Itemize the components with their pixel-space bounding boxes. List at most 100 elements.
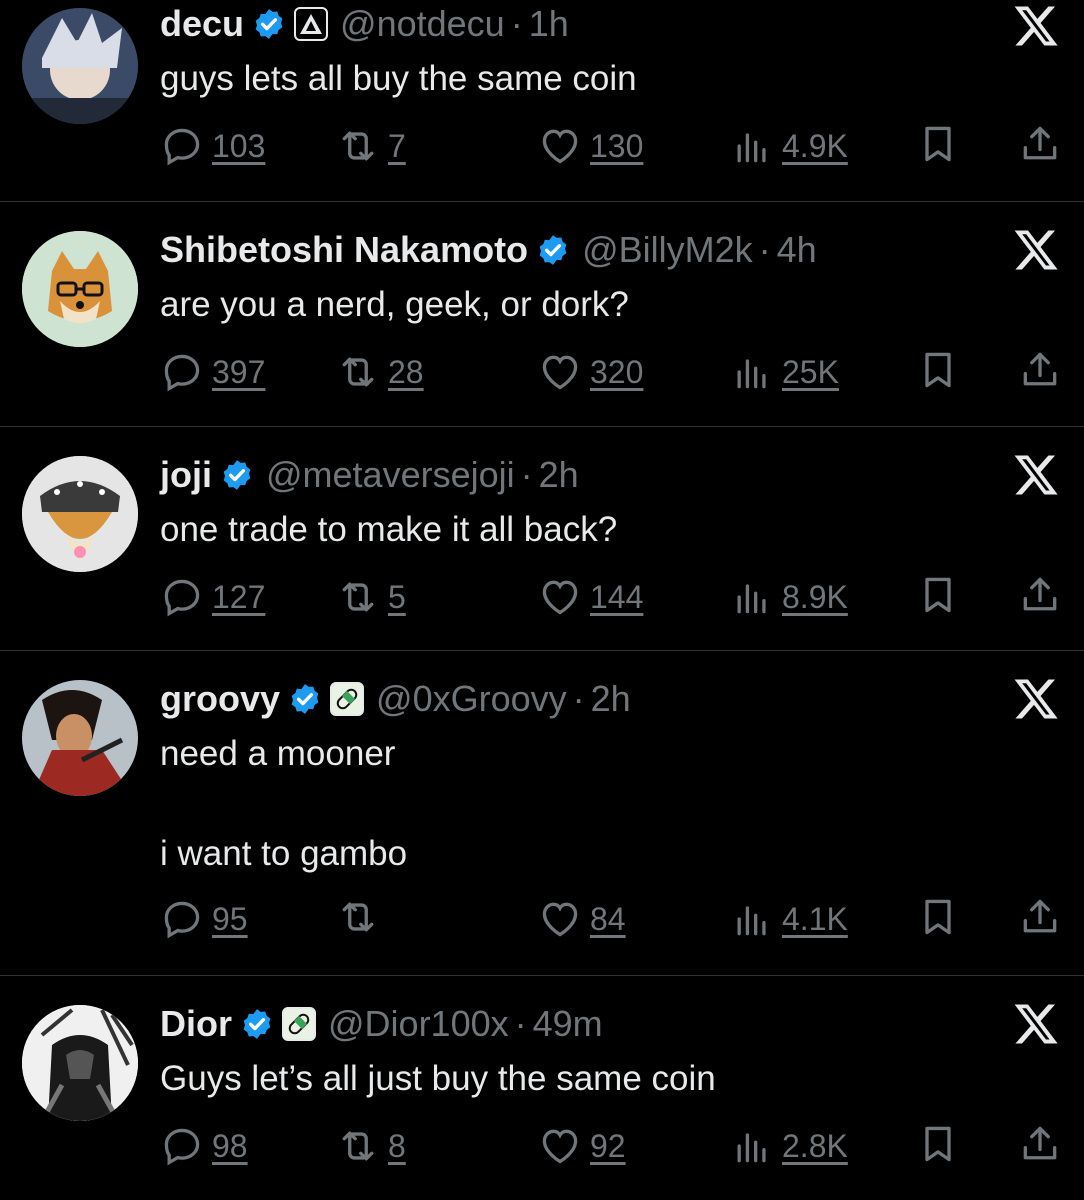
- retweet-button[interactable]: 28: [336, 348, 424, 396]
- analytics-icon: [730, 1124, 774, 1168]
- display-name[interactable]: decu: [160, 2, 244, 46]
- reply-count: 95: [212, 901, 248, 937]
- bookmark-button[interactable]: [916, 895, 960, 939]
- views-button[interactable]: 2.8K: [730, 1122, 848, 1170]
- tweet-actions: 95 84 4.1K: [160, 895, 1070, 943]
- user-handle[interactable]: @BillyM2k: [582, 228, 753, 272]
- tweet-actions: 397 28 320 25K: [160, 348, 1070, 396]
- display-name[interactable]: joji: [160, 453, 212, 497]
- verified-badge-icon: [536, 233, 570, 267]
- bookmark-button[interactable]: [916, 1122, 960, 1166]
- tweet-text: Guys let’s all just buy the same coin: [160, 1059, 716, 1098]
- views-button[interactable]: 25K: [730, 348, 839, 396]
- like-count: 84: [590, 901, 626, 937]
- bookmark-icon: [916, 1122, 960, 1166]
- x-logo-icon: [1012, 1000, 1060, 1048]
- display-name[interactable]: groovy: [160, 677, 280, 721]
- avatar[interactable]: [22, 680, 138, 796]
- share-icon: [1018, 573, 1062, 617]
- like-button[interactable]: 92: [538, 1122, 626, 1170]
- timestamp[interactable]: 2h: [539, 453, 579, 497]
- views-button[interactable]: 8.9K: [730, 573, 848, 621]
- tweet[interactable]: Dior @Dior100x · 49m Guys let’s all just…: [0, 976, 1084, 1200]
- user-handle[interactable]: @notdecu: [340, 2, 505, 46]
- tweet[interactable]: Shibetoshi Nakamoto @BillyM2k · 4h are y…: [0, 202, 1084, 427]
- retweet-button[interactable]: 8: [336, 1122, 406, 1170]
- share-icon: [1018, 348, 1062, 392]
- like-button[interactable]: 84: [538, 895, 626, 943]
- heart-icon: [538, 350, 582, 394]
- like-count: 320: [590, 354, 644, 390]
- retweet-icon: [336, 575, 380, 619]
- views-button[interactable]: 4.9K: [730, 122, 848, 170]
- avatar[interactable]: [22, 1005, 138, 1121]
- display-name[interactable]: Dior: [160, 1002, 232, 1046]
- share-button[interactable]: [1018, 122, 1062, 166]
- bookmark-button[interactable]: [916, 573, 960, 617]
- timestamp[interactable]: 4h: [777, 228, 817, 272]
- separator-dot: ·: [520, 454, 533, 495]
- share-button[interactable]: [1018, 1122, 1062, 1166]
- retweet-count: 7: [388, 128, 406, 164]
- timestamp[interactable]: 1h: [529, 2, 569, 46]
- bookmark-icon: [916, 573, 960, 617]
- reply-icon: [160, 350, 204, 394]
- x-logo-icon: [1012, 2, 1060, 50]
- avatar[interactable]: [22, 231, 138, 347]
- retweet-button[interactable]: [336, 895, 388, 939]
- tweet-actions: 98 8 92 2.8K: [160, 1122, 1070, 1170]
- user-handle[interactable]: @metaversejoji: [266, 453, 515, 497]
- like-button[interactable]: 144: [538, 573, 643, 621]
- tweet-actions: 127 5 144 8.9K: [160, 573, 1070, 621]
- like-button[interactable]: 130: [538, 122, 643, 170]
- bookmark-button[interactable]: [916, 348, 960, 392]
- user-handle[interactable]: @0xGroovy: [376, 677, 567, 721]
- tweet-text: guys lets all buy the same coin: [160, 59, 637, 98]
- retweet-count: 28: [388, 354, 424, 390]
- timestamp[interactable]: 2h: [591, 677, 631, 721]
- reply-count: 397: [212, 354, 266, 390]
- separator-dot: ·: [510, 3, 523, 44]
- pill-badge-icon: [330, 682, 365, 716]
- view-count: 2.8K: [782, 1128, 848, 1164]
- bookmark-icon: [916, 895, 960, 939]
- retweet-button[interactable]: 5: [336, 573, 406, 621]
- reply-count: 98: [212, 1128, 248, 1164]
- analytics-icon: [730, 575, 774, 619]
- reply-button[interactable]: 397: [160, 348, 265, 396]
- retweet-button[interactable]: 7: [336, 122, 406, 170]
- reply-button[interactable]: 98: [160, 1122, 248, 1170]
- avatar[interactable]: [22, 8, 138, 124]
- reply-button[interactable]: 127: [160, 573, 265, 621]
- view-count: 8.9K: [782, 579, 848, 615]
- display-name[interactable]: Shibetoshi Nakamoto: [160, 228, 528, 272]
- tweet[interactable]: groovy @0xGroovy · 2h need a mooner i wa…: [0, 651, 1084, 976]
- share-button[interactable]: [1018, 895, 1062, 939]
- tweet-header: Shibetoshi Nakamoto @BillyM2k · 4h: [160, 228, 817, 272]
- timeline-feed: decu @notdecu · 1h guys lets all buy the…: [0, 0, 1084, 1200]
- verified-badge-icon: [240, 1007, 274, 1041]
- like-button[interactable]: 320: [538, 348, 643, 396]
- view-count: 4.1K: [782, 901, 848, 937]
- timestamp[interactable]: 49m: [533, 1002, 603, 1046]
- share-button[interactable]: [1018, 348, 1062, 392]
- retweet-icon: [336, 895, 380, 939]
- like-count: 130: [590, 128, 644, 164]
- tweet[interactable]: joji @metaversejoji · 2h one trade to ma…: [0, 427, 1084, 651]
- retweet-count: 5: [388, 579, 406, 615]
- reply-button[interactable]: 95: [160, 895, 248, 943]
- avatar[interactable]: [22, 456, 138, 572]
- user-handle[interactable]: @Dior100x: [328, 1002, 509, 1046]
- views-button[interactable]: 4.1K: [730, 895, 848, 943]
- tweet-header: Dior @Dior100x · 49m: [160, 1002, 603, 1046]
- retweet-icon: [336, 124, 380, 168]
- reply-icon: [160, 575, 204, 619]
- reply-button[interactable]: 103: [160, 122, 265, 170]
- like-count: 92: [590, 1128, 626, 1164]
- heart-icon: [538, 575, 582, 619]
- share-button[interactable]: [1018, 573, 1062, 617]
- tweet[interactable]: decu @notdecu · 1h guys lets all buy the…: [0, 0, 1084, 202]
- reply-icon: [160, 124, 204, 168]
- bookmark-button[interactable]: [916, 122, 960, 166]
- reply-count: 127: [212, 579, 266, 615]
